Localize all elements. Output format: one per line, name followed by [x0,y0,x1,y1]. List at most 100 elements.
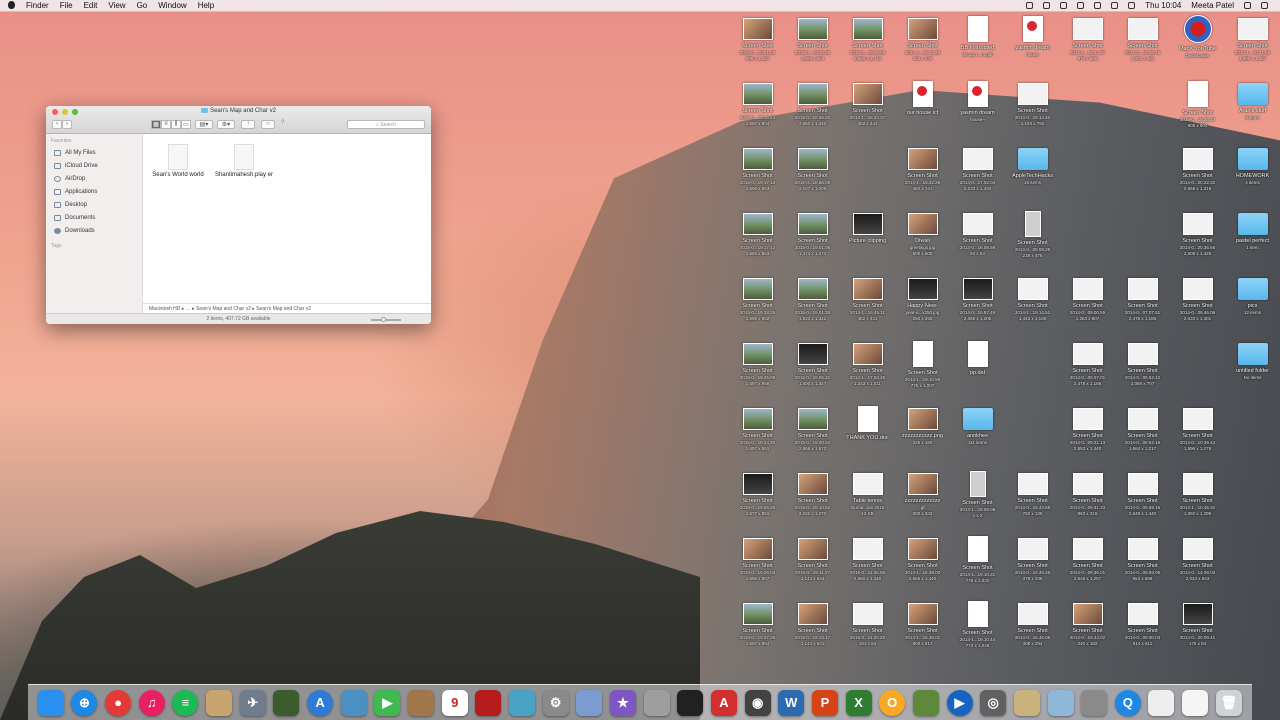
help-icon[interactable]: ? [281,120,284,129]
screenshot-icon[interactable]: ◎ [980,689,1007,716]
downloads-folder-icon[interactable] [1081,689,1108,716]
acrobat-icon[interactable]: A [710,689,737,716]
desktop-item[interactable]: AppleTechHacks 15 items [1005,144,1060,209]
desktop-item[interactable]: Screen Shot 2015-0...19.25.09 1,697 x 956 [730,339,785,404]
share-button[interactable]: ↑ [241,119,255,129]
desktop-item[interactable]: Screen Shot 2014-1...17.53.45 1,343 x 1,01… [840,339,895,404]
contacts-icon[interactable] [408,689,435,716]
desktop-item[interactable]: anokhee 111 items [950,404,1005,469]
desktop-item[interactable]: Diwali greetings.jpg 500 x 500 [895,209,950,274]
desktop-item[interactable]: Screen Shot 2015-0...19.18.25 1,696 x 952 [730,274,785,339]
desktop-item[interactable]: Screen Shot 2014-0...14.09.03 2,034 x 943 [1170,534,1225,599]
desktop-item[interactable]: Screen Shot 2015-0...19.11.37 1,143 x 644 [785,534,840,599]
desktop-item[interactable]: Screen Shot 2014-1...19.10.59 775 x 1,007 [895,339,950,404]
dropbox-icon[interactable] [1043,2,1051,9]
desktop-item[interactable]: Screen Shot 2015-0...11.25.05 2,560 x 1,44… [840,534,895,599]
facetime-icon[interactable]: ▶ [374,689,401,716]
desktop-item[interactable]: Screen Shot 2014-1...19.14.51 1,443 x 1,10… [1005,274,1060,339]
sidebar-item-downloads[interactable]: Downloads [46,224,142,237]
menu-edit[interactable]: Edit [84,0,98,11]
excel-icon[interactable]: X [845,689,872,716]
desktop-item[interactable]: Screen Shot 2014-1...16.38.00 2,556 x 1,44… [895,534,950,599]
desktop-item[interactable]: Screen Shot 2014-0...10.39.44 1,596 x 1,27… [1170,404,1225,469]
desktop-item[interactable]: Screen Shot 2014-0...17.02.04 2,033 x 1,43… [950,144,1005,209]
desktop-item[interactable]: Screen Shot 2015-0...19.01.06 1,474 x 1,27… [785,209,840,274]
desktop-item[interactable]: Screen Shot 2014-0...16.57.49 2,065 x 1,20… [950,274,1005,339]
desktop-item[interactable]: Screen Shot 2015-0...19.16.54 1,697 x 904 [730,79,785,144]
notification-center-icon[interactable] [1261,2,1268,9]
sidebar-item-applications[interactable]: Applications [46,185,142,198]
battery-icon[interactable] [1128,2,1136,9]
desktop-item[interactable]: Screen Shot 2015-0...19.17.42 1,696 x 953 [730,209,785,274]
desktop-item[interactable]: Screen Shot 2015-0...19.26.03 1,696 x 957 [730,534,785,599]
menu-file[interactable]: File [60,0,73,11]
desktop-item[interactable]: Screen Shot 2014-0...09.07.01 2,478 x 1,18… [1060,339,1115,404]
trash-icon[interactable]: 🗑 [1215,689,1242,716]
list-view-button[interactable]: ≡ [161,119,171,129]
menu-help[interactable]: Help [198,0,214,11]
record-icon[interactable] [1026,2,1034,9]
user-name[interactable]: Meeta Patel [1191,0,1234,11]
tags-button[interactable]: ○ [261,119,275,129]
desktop-item[interactable]: Screen Shot 2014-0...07.07.51 2,476 x 1,18… [1115,274,1170,339]
desktop-item[interactable]: Screen Shot 2015-0...19.17.13 1,696 x 953 [730,144,785,209]
desktop-item[interactable]: Screen Shot 2014-1...19.10.44 772 x 1,026 [950,599,1005,664]
desktop-item[interactable]: Aran's stuff 9 items [1225,79,1280,144]
minecraft-icon[interactable] [273,689,300,716]
webcam-icon[interactable]: ◉ [744,689,771,716]
desktop-item[interactable]: Screen Shot 2014-0...08.52.16 1,664 x 1,21… [1115,404,1170,469]
apple-icon[interactable] [8,1,15,9]
sidebar-item-desktop[interactable]: Desktop [46,198,142,211]
desktop-item[interactable]: Screen Shot 2014-1...19.10.31 775 x 1,032 [950,534,1005,599]
word-icon[interactable]: W [778,689,805,716]
desktop-item[interactable]: yasmin dream house [1005,14,1060,79]
quicktime-icon[interactable]: Q [1114,689,1141,716]
desktop-item[interactable]: Screen Shot 2015-0...18.56.08 2,107 x 1,20… [785,144,840,209]
desktop-item[interactable]: Screen Shot 2014-1...16.44.37 482 x 444 [840,79,895,144]
desktop-item[interactable]: Screen Shot 2014-0...09.00.03 614 x 611 [1115,599,1170,664]
menu-window[interactable]: Window [158,0,186,11]
appstore-icon[interactable]: A [307,689,334,716]
desktop-item[interactable]: our house ict [895,79,950,144]
desktop-item[interactable]: Screen Shot 2015-0...19.14.17 1,143 x 641 [785,599,840,664]
itunes-icon[interactable]: ♫ [138,689,165,716]
desktop-item[interactable]: Screen Shot 2015-0...19.18.25 1,692 x 954 [785,14,840,79]
desktop-item[interactable]: Screen Shot 2014-1...19.09.08 1 x 2 [950,469,1005,534]
desktop-item[interactable]: zzzzzzzzzzz.png 225 x 150 [895,404,950,469]
desktop-item[interactable]: Screen Shot 2014-1...16.38.01 800 x 817 [895,599,950,664]
desktop-item[interactable]: Table tennis tourna...ian 2015 12 KB [840,469,895,534]
desktop-item[interactable]: Screen Shot 2015-0...19.27.25 1,697 x 954 [730,599,785,664]
spotify-icon[interactable]: ≡ [172,689,199,716]
desktop-item[interactable]: Screen Shot 2014-0...19.36.45 1,002 x 482 [1115,14,1170,79]
minecraft-block-icon[interactable] [912,689,939,716]
image-capture-icon[interactable] [576,689,603,716]
timemachine-icon[interactable] [1060,2,1068,9]
desktop-item[interactable]: HOMEWORK 4 items [1225,144,1280,209]
desktop-item[interactable]: Screen Shot 2015-0...15.36.37 908 x 904 [1170,79,1225,144]
action-gear-button[interactable]: ⚙▾ [217,119,235,129]
desktop-item[interactable]: Screen Shot 2014-0...19.14.40 1,163 x 792 [1005,79,1060,144]
desktop-item[interactable]: Screen Shot 2014-0...08.52.12 2,068 x 707 [1115,339,1170,404]
desktop-item[interactable]: Screen Shot 2014-0...08.59.06 654 x 658 [1115,534,1170,599]
sidebar-item-documents[interactable]: Documents [46,211,142,224]
desktop-item[interactable]: Screen Shot 2014-0...16.43.58 760 x 136 [1005,469,1060,534]
desktop-item[interactable]: Screen Shot 2015-0...19.24.20 1,697 x 951 [730,404,785,469]
icon-size-slider[interactable] [371,317,401,322]
youtube-downloader-icon[interactable]: ▶ [946,689,973,716]
desktop-item[interactable]: Screen Shot 2014-0...09.31.33 963 x 215 [1060,469,1115,534]
menu-finder[interactable]: Finder [26,0,49,11]
calendar-icon[interactable]: 9 [441,689,468,716]
printer-icon[interactable] [643,689,670,716]
sidebar-item-airdrop[interactable]: AirDrop [46,172,142,185]
documents-folder-icon[interactable] [1047,689,1074,716]
doc-file-icon[interactable] [1182,689,1209,716]
photos-folder-icon[interactable] [1013,689,1040,716]
desktop-item[interactable]: Screen Shot 2014-1...16.42.28 482 x 445 [895,14,950,79]
sidebar-item-all-my-files[interactable]: All My Files [46,146,142,159]
back-button[interactable]: ‹ [52,119,62,129]
wifi-icon[interactable] [1094,2,1102,9]
desktop-item[interactable]: Screen Shot 2015-0...19.19.09 2,560 x 1,44… [840,14,895,79]
desktop-item[interactable]: Screen Shot 2015-0...20.01.26 690 x 1,224 [730,14,785,79]
desktop-item[interactable]: Screen Shot 2014-0...16.45.46 378 x 235 [1005,534,1060,599]
desktop-item[interactable]: Screen Shot 2014-0...09.08.28 238 x 475 [1005,209,1060,274]
